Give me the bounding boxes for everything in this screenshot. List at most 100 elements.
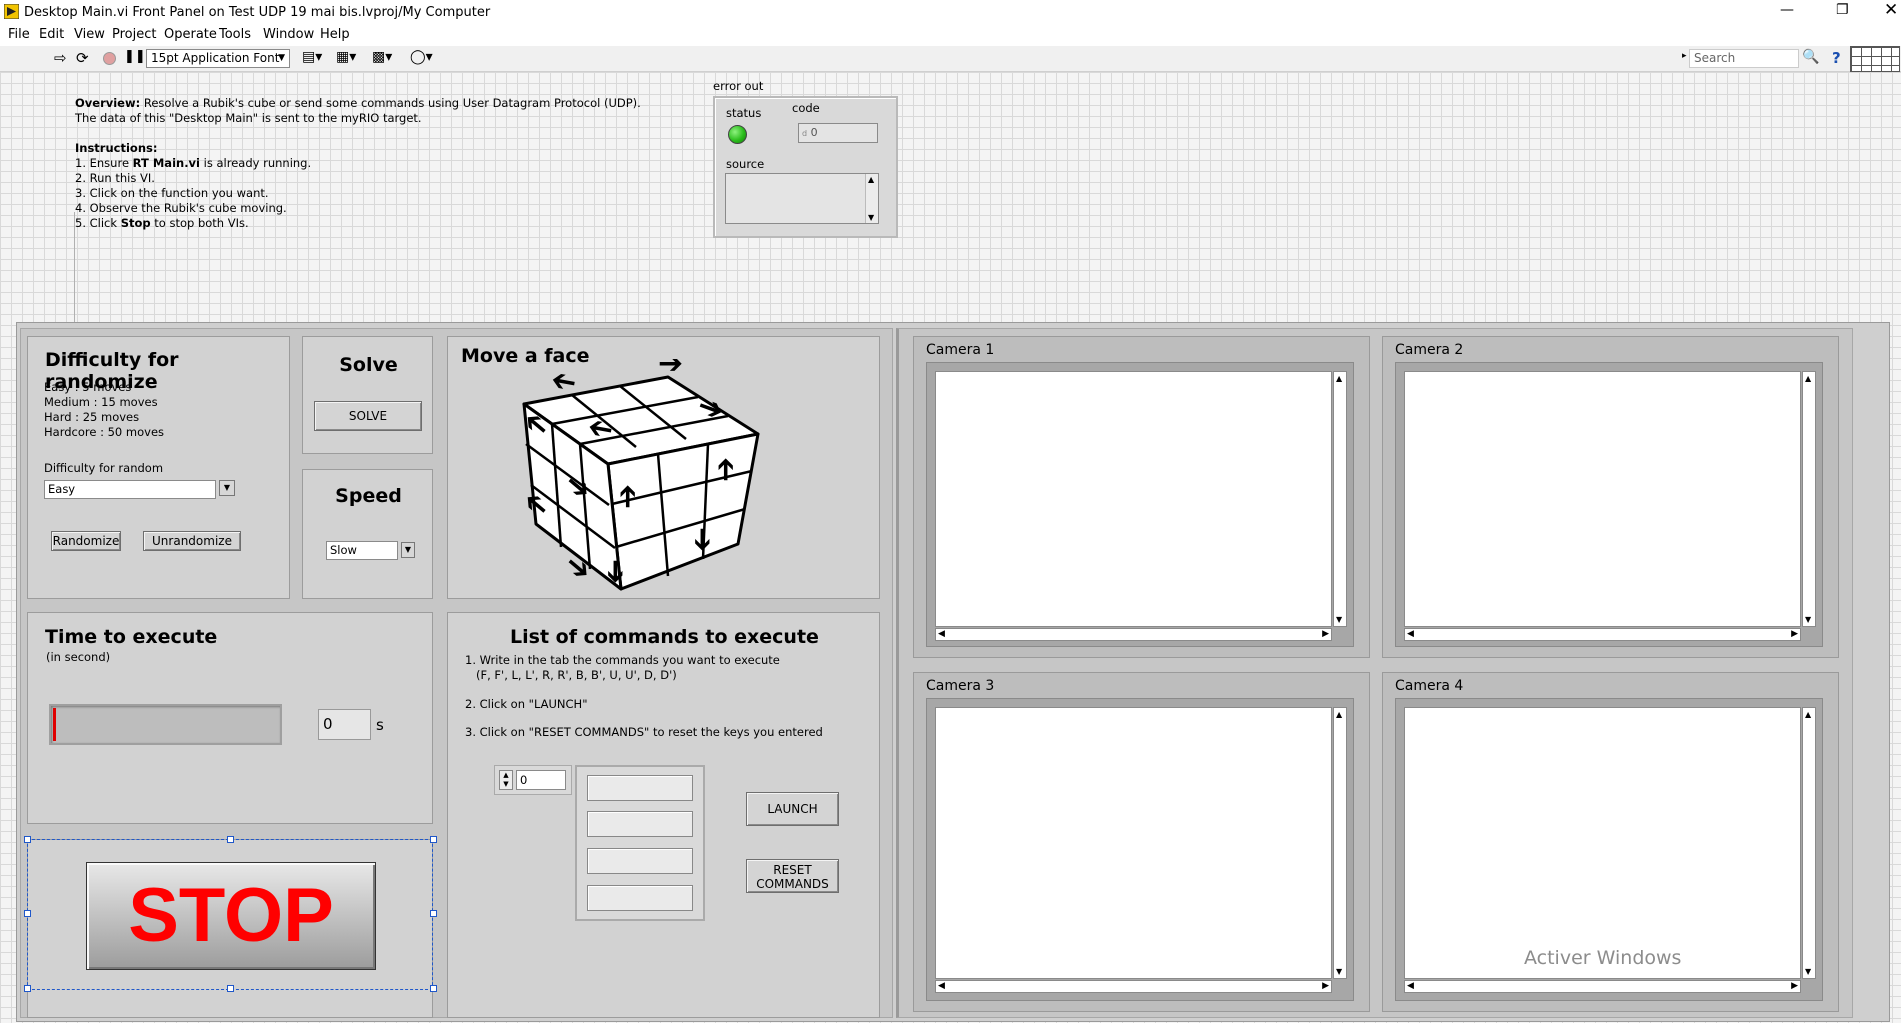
- difficulty-select[interactable]: Easy: [44, 480, 216, 499]
- command-entry[interactable]: [587, 885, 693, 911]
- command-entry[interactable]: [587, 775, 693, 801]
- move-face-panel: Move a face ➔ ➔ ➔ ➔ ➔ ➔ ➔ ➔ ➔ ➔ ➔ ➔: [447, 336, 880, 599]
- scroll-right-icon[interactable]: ▶: [1322, 981, 1329, 991]
- source-scrollbar[interactable]: ▲ ▼: [865, 174, 878, 223]
- selection-handle[interactable]: [430, 985, 437, 992]
- scroll-up-icon[interactable]: ▲: [1805, 710, 1811, 719]
- code-value: 0: [810, 126, 818, 139]
- instruction-step2: 2. Run this VI.: [75, 171, 155, 185]
- arrow-right-icon[interactable]: ➔: [658, 359, 683, 381]
- selection-handle[interactable]: [24, 836, 31, 843]
- scroll-right-icon[interactable]: ▶: [1322, 629, 1329, 639]
- selection-handle[interactable]: [430, 910, 437, 917]
- scroll-up-icon[interactable]: ▲: [868, 175, 874, 184]
- camera-4-display: [1404, 707, 1801, 979]
- menu-view[interactable]: View: [74, 27, 105, 42]
- scroll-down-icon[interactable]: ▼: [1336, 615, 1342, 624]
- speed-dropdown-button[interactable]: ▼: [401, 542, 415, 558]
- code-indicator: d 0: [798, 123, 878, 143]
- command-entry[interactable]: [587, 848, 693, 874]
- menu-tools[interactable]: Tools: [219, 27, 251, 42]
- scroll-left-icon[interactable]: ◀: [1407, 981, 1414, 991]
- scroll-left-icon[interactable]: ◀: [938, 629, 945, 639]
- restore-icon[interactable]: ❐: [1836, 2, 1849, 18]
- run-arrow-icon[interactable]: ⇨: [54, 49, 67, 67]
- menu-operate[interactable]: Operate: [164, 27, 217, 42]
- camera-3-hscroll[interactable]: ◀ ▶: [935, 980, 1332, 993]
- scroll-down-icon[interactable]: ▼: [1805, 967, 1811, 976]
- selection-handle[interactable]: [430, 836, 437, 843]
- unrandomize-button[interactable]: Unrandomize: [143, 531, 241, 551]
- run-continuously-icon[interactable]: ⟳: [76, 49, 89, 67]
- camera-3-frame: ▲ ▼ ◀ ▶: [926, 698, 1354, 1001]
- selection-handle[interactable]: [227, 836, 234, 843]
- abort-icon[interactable]: [103, 52, 116, 65]
- reorder-icon[interactable]: ◯▾: [410, 49, 433, 65]
- scroll-down-icon[interactable]: ▼: [1336, 967, 1342, 976]
- menu-project[interactable]: Project: [112, 27, 156, 42]
- arrow-up-icon[interactable]: ➔: [708, 457, 743, 482]
- arrow-left-icon[interactable]: ➔: [548, 362, 579, 401]
- arrow-up-icon[interactable]: ➔: [610, 484, 645, 509]
- instruction-step3: 3. Click on the function you want.: [75, 186, 269, 200]
- menu-help[interactable]: Help: [320, 27, 350, 42]
- time-progress-fill: [53, 708, 56, 741]
- solve-button[interactable]: SOLVE: [314, 401, 422, 431]
- camera-4-vscroll[interactable]: ▲ ▼: [1802, 707, 1816, 979]
- scroll-up-icon[interactable]: ▲: [1336, 710, 1342, 719]
- help-icon[interactable]: ?: [1832, 49, 1841, 67]
- menu-edit[interactable]: Edit: [39, 27, 64, 42]
- stepper-up-icon[interactable]: ▲: [503, 771, 508, 779]
- menu-bar: File Edit View Project Operate Tools Win…: [0, 24, 1901, 46]
- scroll-right-icon[interactable]: ▶: [1791, 629, 1798, 639]
- minimize-icon[interactable]: —: [1780, 2, 1794, 18]
- reset-commands-button[interactable]: RESET COMMANDS: [746, 859, 839, 893]
- selection-handle[interactable]: [24, 910, 31, 917]
- pause-icon[interactable]: ❚❚: [124, 49, 146, 64]
- command-entry[interactable]: [587, 811, 693, 837]
- search-placeholder: Search: [1694, 51, 1736, 65]
- scroll-left-icon[interactable]: ◀: [938, 981, 945, 991]
- camera-4-hscroll[interactable]: ◀ ▶: [1404, 980, 1801, 993]
- camera-1-vscroll[interactable]: ▲ ▼: [1333, 371, 1347, 627]
- difficulty-select-label: Difficulty for random: [44, 461, 164, 475]
- camera-3-vscroll[interactable]: ▲ ▼: [1333, 707, 1347, 979]
- menu-window[interactable]: Window: [263, 27, 314, 42]
- font-selector[interactable]: 15pt Application Font ▼: [146, 49, 290, 68]
- resize-objects-icon[interactable]: ▩▾: [372, 49, 392, 65]
- scroll-down-icon[interactable]: ▼: [1805, 615, 1811, 624]
- scroll-up-icon[interactable]: ▲: [1336, 374, 1342, 383]
- arrow-down-icon[interactable]: ➔: [598, 559, 633, 584]
- difficulty-dropdown-button[interactable]: ▼: [219, 480, 235, 496]
- stop-button[interactable]: STOP: [86, 862, 376, 970]
- search-input[interactable]: Search: [1689, 49, 1799, 68]
- camera-1-frame: ▲ ▼ ◀ ▶: [926, 362, 1354, 647]
- camera-1-hscroll[interactable]: ◀ ▶: [935, 628, 1332, 641]
- selection-handle[interactable]: [24, 985, 31, 992]
- speed-panel: Speed Slow ▼: [302, 469, 433, 599]
- scroll-right-icon[interactable]: ▶: [1791, 981, 1798, 991]
- camera-2-hscroll[interactable]: ◀ ▶: [1404, 628, 1801, 641]
- align-objects-icon[interactable]: ▤▾: [302, 49, 322, 65]
- arrow-down-icon[interactable]: ➔: [685, 527, 720, 552]
- scroll-up-icon[interactable]: ▲: [1805, 374, 1811, 383]
- camera-2-vscroll[interactable]: ▲ ▼: [1802, 371, 1816, 627]
- close-icon[interactable]: ✕: [1884, 0, 1898, 20]
- selection-handle[interactable]: [227, 985, 234, 992]
- launch-button[interactable]: LAUNCH: [746, 792, 839, 826]
- randomize-button[interactable]: Randomize: [51, 531, 121, 551]
- status-label: status: [726, 106, 762, 120]
- distribute-objects-icon[interactable]: ▦▾: [336, 49, 356, 65]
- overview-text: Overview: Resolve a Rubik's cube or send…: [75, 96, 715, 231]
- array-index-input[interactable]: 0: [516, 770, 566, 790]
- stepper-down-icon[interactable]: ▼: [503, 780, 508, 788]
- speed-select[interactable]: Slow: [326, 541, 398, 560]
- search-icon[interactable]: 🔍: [1802, 49, 1819, 65]
- index-stepper[interactable]: ▲ ▼: [499, 770, 513, 790]
- menu-file[interactable]: File: [8, 27, 30, 42]
- chevron-down-icon: ▼: [404, 545, 412, 554]
- instruction-step5-bold: Stop: [120, 216, 151, 230]
- camera-2-label: Camera 2: [1395, 342, 1464, 358]
- scroll-down-icon[interactable]: ▼: [868, 213, 874, 222]
- scroll-left-icon[interactable]: ◀: [1407, 629, 1414, 639]
